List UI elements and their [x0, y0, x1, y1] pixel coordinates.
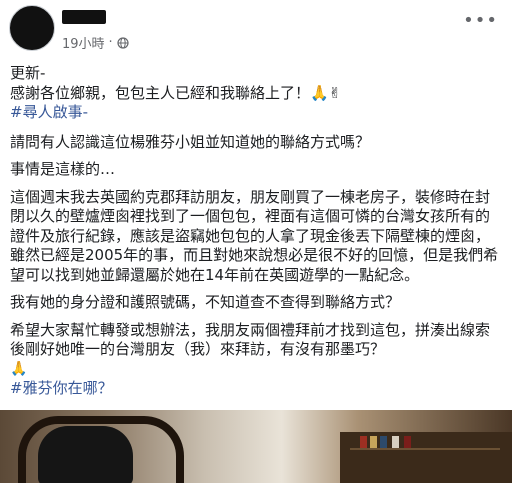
story-line: 望可以找到她並歸還屬於她在14年前在英國遊學的一點紀念。 [10, 265, 420, 284]
story-line: 閉以久的壁爐煙囪裡找到了一個包包，裡面有這個可憐的台灣女孩所有的 [10, 207, 491, 225]
shelf-edge [350, 448, 500, 450]
book [392, 436, 399, 448]
hashtag-where-are-you[interactable]: #雅芬你在哪？ [10, 379, 504, 399]
story-line: 證件及旅行紀錄，應該是盜竊她包包的人拿了現金後丟下隔壁棟的煙囪， [10, 226, 491, 245]
update-label: 更新- [10, 64, 46, 82]
ellipsis-icon[interactable]: ••• [463, 10, 498, 31]
update-text: 感謝各位鄉親，包包主人已經和我聯絡上了！🙏✌ [10, 83, 342, 102]
question-text: 請問有人認識這位楊雅芬小姐並知道她的聯絡方式嗎？ [10, 132, 371, 151]
author-name-redacted[interactable] [62, 10, 106, 24]
separator-dot: · [108, 35, 113, 50]
request-paragraph: 希望大家幫忙轉發或想辦法，我朋友兩個禮拜前才找到這包，拼湊出線索 後剛好她唯一的… [10, 321, 504, 360]
post-timestamp[interactable]: 19小時 [62, 33, 105, 52]
post-meta: 19小時 · [62, 33, 129, 52]
book [370, 436, 377, 448]
story-line: 雖然已經是2005年的事，而且對她來說想必是很不好的回憶，但是我們希 [10, 246, 499, 264]
globe-icon[interactable] [117, 36, 129, 49]
hashtag-missing-person[interactable]: #尋人啟事- [10, 103, 504, 123]
id-info-text: 我有她的身分證和護照號碼，不知道查不查得到聯絡方式？ [10, 293, 401, 311]
request-line: 後剛好她唯一的台灣朋友（我）來拜訪，有沒有那墨巧？ [10, 340, 386, 358]
avatar[interactable] [9, 5, 55, 51]
post-body: 更新- 感謝各位鄉親，包包主人已經和我聯絡上了！🙏✌ #尋人啟事- 請問有人認識… [10, 64, 504, 399]
story-paragraph: 這個週末我去英國約克郡拜訪朋友，朋友剛買了一棟老房子，裝修時在封 閉以久的壁爐煙… [10, 188, 504, 286]
book [360, 436, 367, 448]
book [380, 436, 387, 448]
post-photo[interactable] [0, 410, 512, 483]
dark-cloth [38, 426, 133, 483]
book [404, 436, 411, 448]
story-line: 這個週末我去英國約克郡拜訪朋友，朋友剛買了一棟老房子，裝修時在封 [10, 187, 491, 206]
post-header: 19小時 · ••• [0, 0, 512, 58]
pray-emoji: 🙏 [10, 360, 28, 377]
request-line: 希望大家幫忙轉發或想辦法，我朋友兩個禮拜前才找到這包，拼湊出線索 [10, 320, 491, 339]
intro-text: 事情是這樣的… [10, 160, 116, 178]
